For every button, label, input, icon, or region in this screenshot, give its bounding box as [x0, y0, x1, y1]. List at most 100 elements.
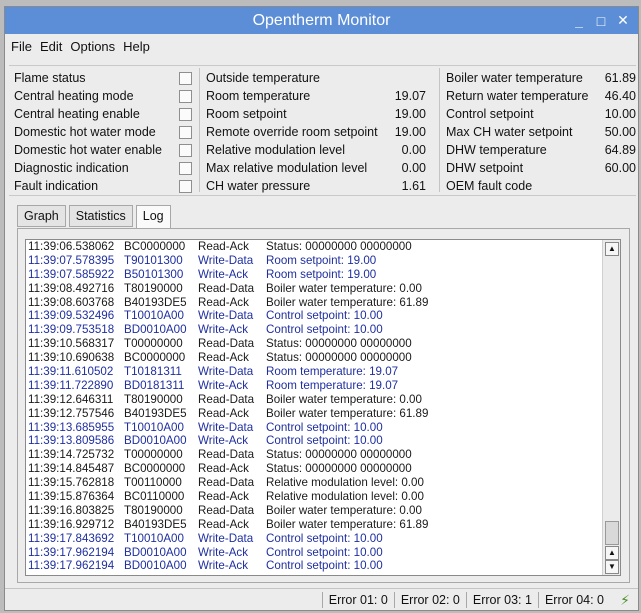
log-time: 11:39:13.685955 — [28, 420, 115, 434]
log-line[interactable]: 11:39:07.585922 B50101300 Write-Ack Room se… — [26, 268, 620, 282]
log-line[interactable]: 11:39:11.722890 BD0181311 Write-Ack Room te… — [26, 379, 620, 393]
log-kind: Write-Ack — [198, 434, 249, 448]
main-window: Opentherm Monitor _ □ ✕ File Edit Option… — [4, 6, 639, 611]
log-time: 11:39:16.929712 — [28, 517, 115, 531]
log-line[interactable]: 11:39:12.757546 B40193DE5 Read-Ack Boiler w… — [26, 407, 620, 421]
log-line[interactable]: 11:39:10.568317 T00000000 Read-Data Status:… — [26, 337, 620, 351]
log-tab-pane: 11:39:06.538062 BC0000000 Read-Ack Status: … — [17, 228, 630, 583]
log-line[interactable]: 11:39:17.843692 T10010A00 Write-Data Contro… — [26, 532, 620, 546]
log-message: Control setpoint: 10.00 — [266, 545, 383, 559]
log-hex: BD0181311 — [124, 378, 185, 392]
error-03-counter: Error 03: 1 — [465, 592, 538, 608]
log-line[interactable]: 11:39:09.532496 T10010A00 Write-Data Contro… — [26, 309, 620, 323]
error-04-counter: Error 04: 0 — [537, 592, 610, 608]
menu-help[interactable]: Help — [123, 39, 150, 54]
log-line[interactable]: 11:39:07.578395 T90101300 Write-Data Room s… — [26, 254, 620, 268]
log-hex: T10181311 — [124, 365, 182, 379]
log-line[interactable]: 11:39:13.809586 BD0010A00 Write-Ack Control… — [26, 434, 620, 448]
log-message: Control setpoint: 10.00 — [266, 309, 383, 323]
log-line[interactable]: 11:39:14.725732 T00000000 Read-Data Status:… — [26, 448, 620, 462]
log-message: Boiler water temperature: 61.89 — [266, 406, 429, 420]
log-message: Relative modulation level: 0.00 — [266, 490, 424, 504]
log-time: 11:39:07.585922 — [28, 267, 115, 281]
menu-options[interactable]: Options — [70, 39, 115, 54]
log-line[interactable]: 11:39:16.803825 T80190000 Read-Data Boiler … — [26, 504, 620, 518]
window-controls: _ □ ✕ — [568, 7, 634, 34]
flag-checkbox[interactable] — [179, 108, 192, 121]
maximize-button[interactable]: □ — [590, 13, 612, 29]
log-message: Control setpoint: 10.00 — [266, 531, 383, 545]
log-line[interactable]: 11:39:09.753518 BD0010A00 Write-Ack Control… — [26, 323, 620, 337]
log-line[interactable]: 11:39:08.492716 T80190000 Read-Data Boiler … — [26, 282, 620, 296]
minimize-button[interactable]: _ — [568, 13, 590, 29]
log-kind: Write-Data — [198, 531, 254, 545]
value-label: Boiler water temperature — [446, 71, 583, 85]
tab-log[interactable]: Log — [135, 205, 171, 229]
value-row: Outside temperature — [206, 69, 426, 87]
flag-checkbox[interactable] — [179, 162, 192, 175]
value-label: Room setpoint — [206, 107, 287, 121]
tab-graph[interactable]: Graph — [17, 205, 66, 227]
log-message: Boiler water temperature: 0.00 — [266, 503, 422, 517]
log-line[interactable]: 11:39:13.685955 T10010A00 Write-Data Contro… — [26, 421, 620, 435]
scroll-thumb[interactable] — [605, 521, 619, 545]
log-message: Control setpoint: 10.00 — [266, 434, 383, 448]
log-line[interactable]: 11:39:10.690638 BC0000000 Read-Ack Status: … — [26, 351, 620, 365]
value-label: OEM fault code — [446, 179, 533, 193]
error-counters: Error 01: 0 Error 02: 0 Error 03: 1 Erro… — [321, 592, 610, 608]
value-label: DHW setpoint — [446, 161, 524, 175]
log-hex: B40193DE5 — [124, 517, 187, 531]
flag-label: Domestic hot water mode — [14, 125, 156, 139]
log-time: 11:39:17.962194 — [28, 545, 115, 559]
flag-checkbox[interactable] — [179, 90, 192, 103]
log-scrollbar[interactable]: ▲ ▲ ▼ — [602, 240, 620, 575]
log-time: 11:39:11.610502 — [28, 365, 114, 379]
log-line[interactable]: 11:39:17.962194 BD0010A00 Write-Ack Control… — [26, 546, 620, 560]
log-time: 11:39:13.809586 — [28, 434, 115, 448]
log-line[interactable]: 11:39:15.762818 T00110000 Read-Data Relativ… — [26, 476, 620, 490]
value-reading: 61.89 — [604, 71, 636, 85]
value-row: CH water pressure 1.61 — [206, 177, 426, 195]
log-list[interactable]: 11:39:06.538062 BC0000000 Read-Ack Status: … — [25, 239, 621, 576]
log-line[interactable]: 11:39:12.646311 T80190000 Read-Data Boiler … — [26, 393, 620, 407]
flag-row: Fault indication — [14, 177, 192, 195]
flag-checkbox[interactable] — [179, 180, 192, 193]
log-line[interactable]: 11:39:08.603768 B40193DE5 Read-Ack Boiler w… — [26, 296, 620, 310]
log-kind: Write-Ack — [198, 267, 249, 281]
flag-checkbox[interactable] — [179, 144, 192, 157]
log-lines: 11:39:06.538062 BC0000000 Read-Ack Status: … — [26, 240, 620, 573]
value-row: Room temperature 19.07 — [206, 87, 426, 105]
log-message: Control setpoint: 10.00 — [266, 559, 383, 573]
log-message: Control setpoint: 10.00 — [266, 323, 383, 337]
log-line[interactable]: 11:39:16.929712 B40193DE5 Read-Ack Boiler w… — [26, 518, 620, 532]
log-message: Status: 00000000 00000000 — [266, 462, 412, 476]
log-line[interactable]: 11:39:14.845487 BC0000000 Read-Ack Status: … — [26, 462, 620, 476]
log-line[interactable]: 11:39:17.962194 BD0010A00 Write-Ack Control… — [26, 559, 620, 573]
log-hex: BD0010A00 — [124, 559, 187, 573]
title-bar[interactable]: Opentherm Monitor _ □ ✕ — [5, 7, 638, 34]
scroll-up-icon[interactable]: ▲ — [605, 242, 619, 256]
log-hex: T80190000 — [124, 281, 183, 295]
flag-row: Flame status — [14, 69, 192, 87]
log-kind: Write-Ack — [198, 559, 249, 573]
log-time: 11:39:11.722890 — [28, 378, 114, 392]
value-reading: 0.00 — [401, 143, 426, 157]
tab-statistics[interactable]: Statistics — [68, 205, 133, 227]
menu-edit[interactable]: Edit — [40, 39, 62, 54]
plug-icon[interactable]: ⚡ — [617, 592, 633, 608]
menu-file[interactable]: File — [11, 39, 32, 54]
scroll-up-icon[interactable]: ▲ — [605, 546, 619, 560]
log-hex: BC0110000 — [124, 490, 185, 504]
log-time: 11:39:17.843692 — [28, 531, 115, 545]
flag-checkbox[interactable] — [179, 72, 192, 85]
log-hex: T10010A00 — [124, 531, 184, 545]
log-line[interactable]: 11:39:06.538062 BC0000000 Read-Ack Status: … — [26, 240, 620, 254]
log-line[interactable]: 11:39:15.876364 BC0110000 Read-Ack Relative… — [26, 490, 620, 504]
flag-checkbox[interactable] — [179, 126, 192, 139]
scroll-down-icon[interactable]: ▼ — [605, 560, 619, 574]
log-hex: BD0010A00 — [124, 323, 187, 337]
log-line[interactable]: 11:39:11.610502 T10181311 Write-Data Room t… — [26, 365, 620, 379]
log-hex: BC0000000 — [124, 462, 186, 476]
close-button[interactable]: ✕ — [612, 12, 634, 29]
column-divider — [199, 68, 200, 192]
